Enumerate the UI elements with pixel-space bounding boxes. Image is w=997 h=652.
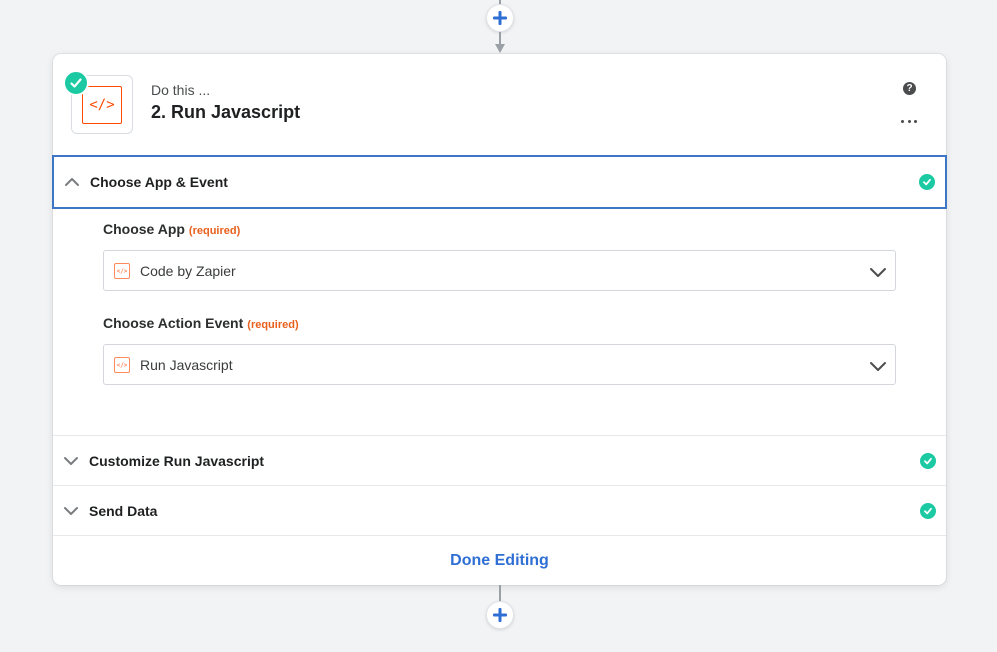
required-marker: (required) [247,319,299,331]
step-title[interactable]: 2. Run Javascript [151,102,300,123]
add-step-button-bottom[interactable] [486,601,514,629]
required-marker: (required) [188,225,241,237]
more-options-icon[interactable] [901,116,917,126]
chevron-down-icon [870,362,886,371]
chevron-up-icon [65,178,79,186]
step-complete-check-icon [63,70,89,96]
plus-icon [493,11,507,25]
choose-action-event-label: Choose Action Event (required) [103,315,299,331]
field-label-text: Choose Action Event [103,315,244,331]
plus-icon [493,608,507,622]
code-icon: </> [82,85,122,124]
choose-app-select[interactable]: </> Code by Zapier [103,250,896,291]
select-value: Code by Zapier [140,262,236,279]
choose-action-event-select[interactable]: </> Run Javascript [103,344,896,385]
arrow-down-icon [495,44,505,53]
section-customize-run-javascript[interactable]: Customize Run Javascript [53,436,946,486]
done-editing-button[interactable]: Done Editing [53,536,946,585]
check-icon [919,174,935,190]
chevron-down-icon [870,268,886,277]
step-header[interactable]: </> Do this ... 2. Run Javascript ? [53,54,946,156]
section-choose-app-event[interactable]: Choose App & Event [52,155,947,209]
step-card: </> Do this ... 2. Run Javascript ? Choo… [52,54,947,585]
zap-editor-canvas: </> Do this ... 2. Run Javascript ? Choo… [0,0,997,652]
code-icon: </> [114,357,130,373]
help-icon[interactable]: ? [903,82,916,95]
section-label: Send Data [89,503,158,519]
add-step-button-top[interactable] [486,4,514,32]
section-send-data[interactable]: Send Data [53,486,946,536]
section-label: Customize Run Javascript [89,453,265,469]
code-icon: </> [114,263,130,279]
check-icon [920,453,936,469]
choose-app-label: Choose App (required) [103,221,240,237]
select-value: Run Javascript [140,356,233,373]
check-icon [920,503,936,519]
chevron-down-icon [64,507,78,515]
step-subtitle: Do this ... [151,82,211,98]
field-label-text: Choose App [103,221,185,237]
section-label: Choose App & Event [90,174,228,190]
chevron-down-icon [64,457,78,465]
